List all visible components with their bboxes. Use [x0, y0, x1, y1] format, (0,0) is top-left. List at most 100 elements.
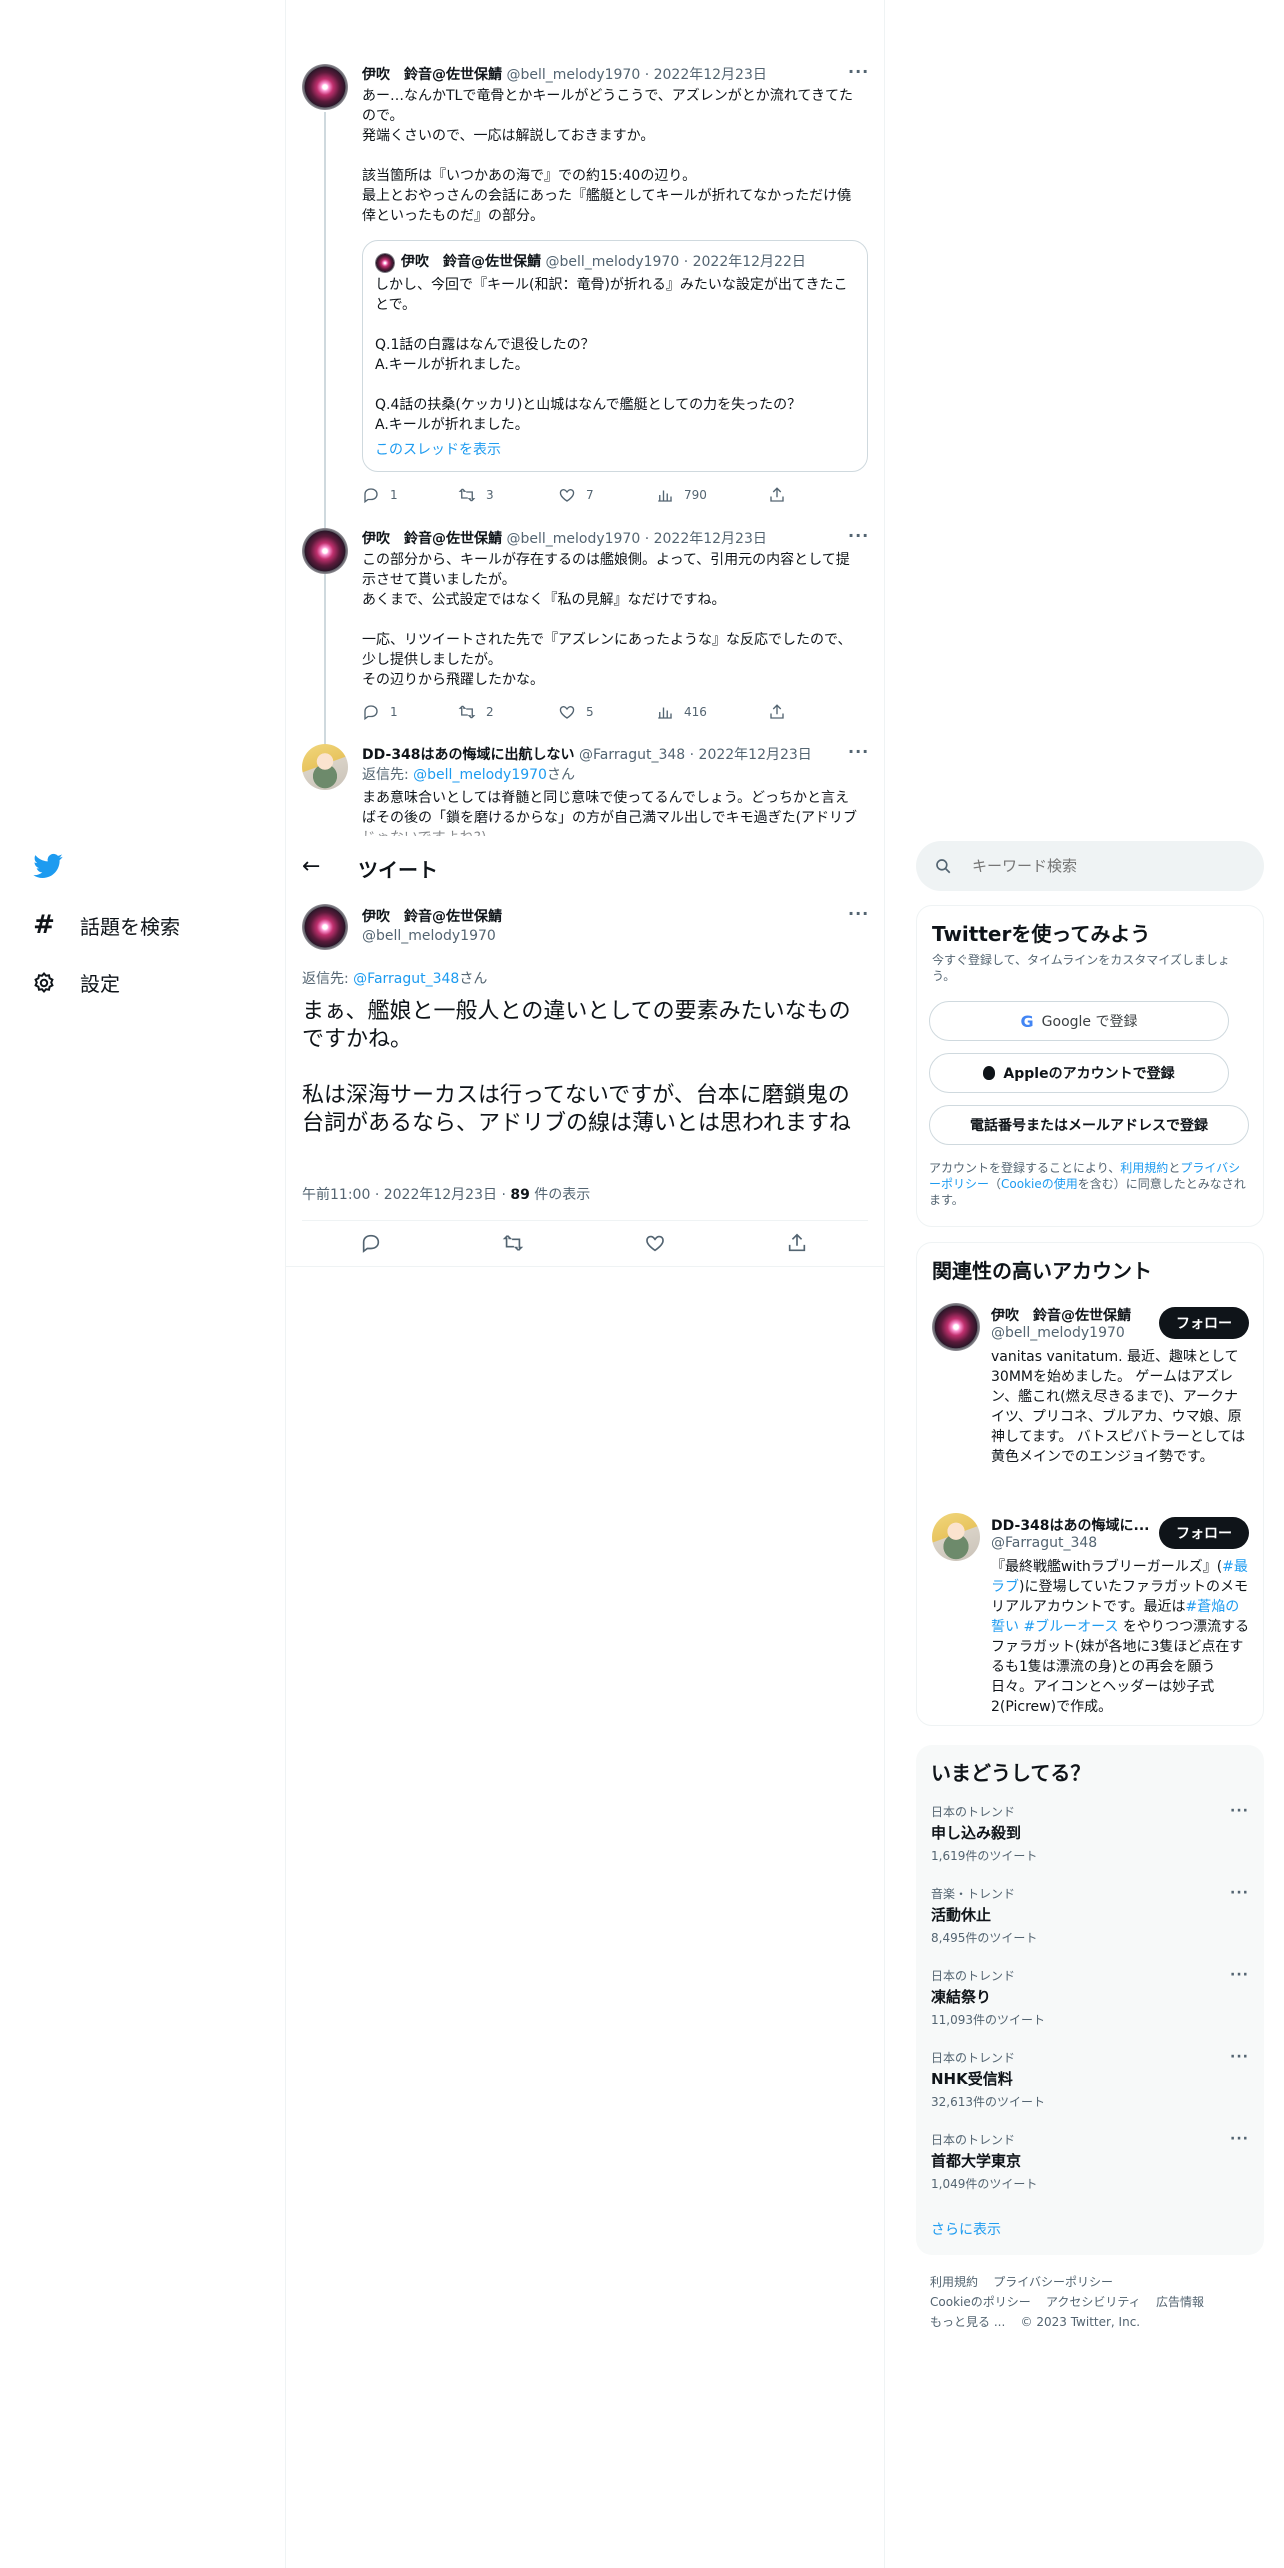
quoted-tweet[interactable]: 伊吹 鈴音@佐世保鯖 @bell_melody1970 · 2022年12月22… — [362, 240, 868, 472]
author-name[interactable]: DD-348はあの悔域に出航しない — [362, 747, 575, 763]
follow-button[interactable]: フォロー — [1159, 1517, 1249, 1549]
avatar[interactable] — [932, 1513, 980, 1561]
account-handle[interactable]: @bell_melody1970 — [991, 1325, 1125, 1341]
avatar — [375, 253, 395, 273]
trend-item[interactable]: 日本のトレンド NHK受信料 32,613件のツイート ··· — [931, 2049, 1249, 2110]
account-handle[interactable]: @Farragut_348 — [991, 1535, 1097, 1551]
phone-signup-button[interactable]: 電話番号またはメールアドレスで登録 — [929, 1105, 1249, 1145]
trend-category: 日本のトレンド — [931, 1805, 1016, 1819]
more-icon[interactable]: ··· — [848, 742, 869, 761]
avatar[interactable] — [302, 64, 348, 110]
signup-subtitle: 今すぐ登録して、タイムラインをカスタマイズしましょう。 — [932, 953, 1230, 983]
author-handle[interactable]: @bell_melody1970 — [506, 67, 640, 83]
trend-category: 日本のトレンド — [931, 2051, 1016, 2065]
page-title: ツイート — [358, 858, 438, 882]
author-handle[interactable]: @bell_melody1970 — [362, 928, 496, 944]
terms-text: アカウントを登録することにより、 — [929, 1161, 1121, 1175]
tweet-date[interactable]: 2022年12月23日 — [654, 67, 767, 83]
hashtag-link[interactable]: #ブルーオース — [1023, 1619, 1118, 1635]
more-icon[interactable]: ··· — [1230, 1803, 1249, 1819]
follow-button[interactable]: フォロー — [1159, 1307, 1249, 1339]
trend-item[interactable]: 日本のトレンド 凍結祭り 11,093件のツイート ··· — [931, 1967, 1249, 2028]
more-icon[interactable]: ··· — [848, 62, 869, 81]
retweet-button[interactable]: 2 — [458, 703, 494, 721]
show-thread-link[interactable]: このスレッドを表示 — [375, 439, 501, 459]
search-icon — [936, 859, 951, 874]
twitter-logo-icon[interactable] — [32, 850, 64, 882]
footer: 利用規約 プライバシーポリシー Cookieのポリシー アクセシビリティ 広告情… — [930, 2272, 1250, 2332]
right-column-border — [884, 0, 885, 2568]
nav-settings[interactable]: 設定 — [32, 968, 120, 997]
trend-count: 1,049件のツイート — [931, 2177, 1038, 2191]
view-count: 416 — [684, 705, 707, 719]
like-button[interactable] — [644, 1232, 666, 1258]
show-more-link[interactable]: さらに表示 — [931, 2219, 1001, 2239]
tweet-date[interactable]: 2022年12月23日 — [384, 1187, 497, 1203]
nav-explore[interactable]: # 話題を検索 — [32, 910, 180, 940]
avatar[interactable] — [932, 1303, 980, 1351]
retweet-button[interactable]: 3 — [458, 486, 494, 504]
more-icon[interactable]: ··· — [1230, 1967, 1249, 1983]
avatar[interactable] — [302, 528, 348, 574]
like-button[interactable]: 7 — [558, 486, 594, 504]
divider — [286, 1266, 884, 1267]
footer-privacy-link[interactable]: プライバシーポリシー — [993, 2275, 1113, 2289]
reply-to-handle[interactable]: @bell_melody1970 — [413, 767, 547, 783]
retweet-button[interactable] — [502, 1232, 524, 1258]
views-button[interactable]: 416 — [656, 703, 707, 721]
trend-item[interactable]: 日本のトレンド 申し込み殺到 1,619件のツイート ··· — [931, 1803, 1249, 1864]
reply-button[interactable]: 1 — [362, 486, 398, 504]
footer-terms-link[interactable]: 利用規約 — [930, 2275, 978, 2289]
reply-count: 1 — [390, 488, 398, 502]
back-arrow-icon[interactable]: ← — [302, 854, 320, 879]
like-button[interactable]: 5 — [558, 703, 594, 721]
trend-name: 申し込み殺到 — [931, 1824, 1022, 1842]
author-name[interactable]: 伊吹 鈴音@佐世保鯖 — [362, 531, 502, 547]
author-handle[interactable]: @bell_melody1970 — [506, 531, 640, 547]
avatar[interactable] — [302, 904, 348, 950]
reply-to-handle[interactable]: @Farragut_348 — [353, 971, 459, 987]
footer-more-link[interactable]: もっと見る ... — [930, 2315, 1005, 2329]
reply-button[interactable] — [360, 1232, 382, 1258]
nav-settings-label: 設定 — [80, 972, 120, 996]
more-icon[interactable]: ··· — [1230, 1885, 1249, 1901]
share-button[interactable] — [786, 1232, 808, 1258]
retweet-icon — [458, 705, 476, 719]
trend-item[interactable]: 音楽・トレンド 活動休止 8,495件のツイート ··· — [931, 1885, 1249, 1946]
trends-title: いまどうしてる？ — [931, 1761, 1091, 1785]
terms-link[interactable]: 利用規約 — [1120, 1161, 1168, 1175]
main-header: ← ツイート — [286, 842, 884, 892]
tweet-text: まぁ、艦娘と一般人との違いとしての要素みたいなものですかね。 私は深海サーカスは… — [302, 999, 851, 1136]
reply-button[interactable]: 1 — [362, 703, 398, 721]
footer-cookie-link[interactable]: Cookieのポリシー — [930, 2295, 1031, 2309]
avatar[interactable] — [302, 744, 348, 790]
more-icon[interactable]: ··· — [1230, 2049, 1249, 2065]
tweet-time[interactable]: 午前11:00 — [302, 1187, 370, 1203]
more-icon[interactable]: ··· — [848, 526, 869, 545]
more-icon[interactable]: ··· — [848, 904, 869, 923]
author-name[interactable]: 伊吹 鈴音@佐世保鯖 — [362, 67, 502, 83]
hashtag-icon: # — [33, 910, 55, 940]
trend-category: 日本のトレンド — [931, 2133, 1016, 2147]
tweet-date[interactable]: 2022年12月23日 — [699, 747, 812, 763]
views-button[interactable]: 790 — [656, 486, 707, 504]
apple-signup-button[interactable]: Appleのアカウントで登録 — [929, 1053, 1229, 1093]
search-box[interactable] — [916, 841, 1264, 891]
quote-author-handle: @bell_melody1970 — [545, 254, 680, 270]
search-input[interactable] — [972, 857, 1232, 875]
share-button[interactable] — [768, 486, 786, 504]
google-signup-button[interactable]: G Google で登録 — [929, 1001, 1229, 1041]
more-icon[interactable]: ··· — [1230, 2131, 1249, 2147]
footer-accessibility-link[interactable]: アクセシビリティ — [1046, 2295, 1141, 2309]
account-name[interactable]: 伊吹 鈴音@佐世保鯖 — [991, 1305, 1131, 1325]
author-name[interactable]: 伊吹 鈴音@佐世保鯖 — [362, 906, 502, 926]
trend-item[interactable]: 日本のトレンド 首都大学東京 1,049件のツイート ··· — [931, 2131, 1249, 2192]
footer-ads-link[interactable]: 広告情報 — [1156, 2295, 1204, 2309]
google-signup-label: Google で登録 — [1041, 1014, 1138, 1030]
account-name[interactable]: DD-348はあの悔域に... — [991, 1515, 1150, 1535]
tweet-date[interactable]: 2022年12月23日 — [654, 531, 767, 547]
share-button[interactable] — [768, 703, 786, 721]
cookie-link[interactable]: Cookieの使用 — [1001, 1177, 1078, 1191]
author-handle[interactable]: @Farragut_348 — [579, 747, 685, 763]
trend-name: 凍結祭り — [931, 1988, 992, 2006]
